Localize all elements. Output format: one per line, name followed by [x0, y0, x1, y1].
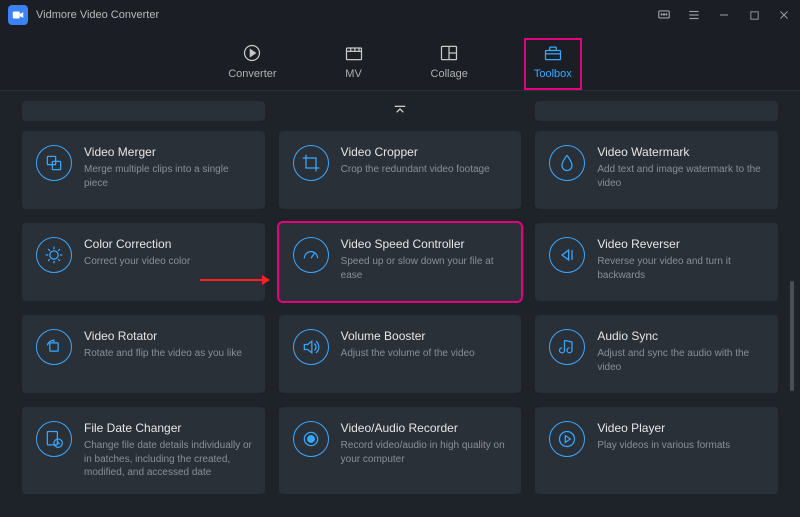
toolbox-icon	[542, 42, 564, 64]
tab-label: MV	[345, 68, 362, 80]
recorder-icon	[293, 421, 329, 457]
card-desc: Correct your video color	[84, 255, 190, 269]
converter-icon	[241, 42, 263, 64]
card-video-merger[interactable]: Video Merger Merge multiple clips into a…	[22, 131, 265, 209]
card-video-audio-recorder[interactable]: Video/Audio Recorder Record video/audio …	[279, 407, 522, 494]
main-tabs: Converter MV Collage Toolbox	[0, 30, 800, 91]
tab-converter[interactable]: Converter	[218, 38, 286, 90]
sync-icon	[549, 329, 585, 365]
feedback-icon[interactable]	[656, 7, 672, 23]
card-title: Color Correction	[84, 237, 190, 251]
card-audio-sync[interactable]: Audio Sync Adjust and sync the audio wit…	[535, 315, 778, 393]
rotator-icon	[36, 329, 72, 365]
card-desc: Adjust the volume of the video	[341, 347, 475, 361]
reverser-icon	[549, 237, 585, 273]
card-title: Video Merger	[84, 145, 253, 159]
app-title: Vidmore Video Converter	[36, 9, 656, 21]
tab-label: Converter	[228, 68, 276, 80]
card-title: Video Speed Controller	[341, 237, 510, 251]
menu-icon[interactable]	[686, 7, 702, 23]
card-title: Video Player	[597, 421, 730, 435]
card-title: Video Cropper	[341, 145, 490, 159]
card-desc: Adjust and sync the audio with the video	[597, 347, 766, 374]
card-desc: Speed up or slow down your file at ease	[341, 255, 510, 282]
date-icon	[36, 421, 72, 457]
titlebar: Vidmore Video Converter	[0, 0, 800, 30]
color-icon	[36, 237, 72, 273]
tab-collage[interactable]: Collage	[421, 38, 478, 90]
tab-toolbox[interactable]: Toolbox	[524, 38, 582, 90]
card-desc: Add text and image watermark to the vide…	[597, 163, 766, 190]
card-title: Audio Sync	[597, 329, 766, 343]
card-desc: Reverse your video and turn it backwards	[597, 255, 766, 282]
card-title: Video/Audio Recorder	[341, 421, 510, 435]
card-color-correction[interactable]: Color Correction Correct your video colo…	[22, 223, 265, 301]
card-desc: Merge multiple clips into a single piece	[84, 163, 253, 190]
tab-mv[interactable]: MV	[333, 38, 375, 90]
card-desc: Record video/audio in high quality on yo…	[341, 439, 510, 466]
collage-icon	[438, 42, 460, 64]
speed-icon	[293, 237, 329, 273]
card-video-rotator[interactable]: Video Rotator Rotate and flip the video …	[22, 315, 265, 393]
close-icon[interactable]	[776, 7, 792, 23]
volume-icon	[293, 329, 329, 365]
player-icon	[549, 421, 585, 457]
card-video-reverser[interactable]: Video Reverser Reverse your video and tu…	[535, 223, 778, 301]
card-video-player[interactable]: Video Player Play videos in various form…	[535, 407, 778, 494]
card-title: Video Reverser	[597, 237, 766, 251]
card-volume-booster[interactable]: Volume Booster Adjust the volume of the …	[279, 315, 522, 393]
card-title: Volume Booster	[341, 329, 475, 343]
tab-label: Toolbox	[534, 68, 572, 80]
watermark-icon	[549, 145, 585, 181]
partial-card[interactable]	[535, 101, 778, 121]
tab-label: Collage	[431, 68, 468, 80]
card-desc: Crop the redundant video footage	[341, 163, 490, 177]
card-video-cropper[interactable]: Video Cropper Crop the redundant video f…	[279, 131, 522, 209]
toolbox-grid: Video Merger Merge multiple clips into a…	[22, 131, 778, 494]
card-title: Video Watermark	[597, 145, 766, 159]
content-area: Video Merger Merge multiple clips into a…	[0, 91, 800, 494]
card-desc: Rotate and flip the video as you like	[84, 347, 242, 361]
minimize-icon[interactable]	[716, 7, 732, 23]
card-title: File Date Changer	[84, 421, 253, 435]
scrollbar[interactable]	[790, 281, 794, 391]
partial-card[interactable]	[22, 101, 265, 121]
card-file-date-changer[interactable]: File Date Changer Change file date detai…	[22, 407, 265, 494]
card-video-speed-controller[interactable]: Video Speed Controller Speed up or slow …	[279, 223, 522, 301]
card-video-watermark[interactable]: Video Watermark Add text and image water…	[535, 131, 778, 209]
card-desc: Change file date details individually or…	[84, 439, 253, 480]
window-controls	[656, 7, 792, 23]
maximize-icon[interactable]	[746, 7, 762, 23]
mv-icon	[343, 42, 365, 64]
cropper-icon	[293, 145, 329, 181]
app-logo-icon	[8, 5, 28, 25]
scroll-top-button[interactable]	[279, 101, 522, 121]
card-desc: Play videos in various formats	[597, 439, 730, 453]
card-title: Video Rotator	[84, 329, 242, 343]
merger-icon	[36, 145, 72, 181]
